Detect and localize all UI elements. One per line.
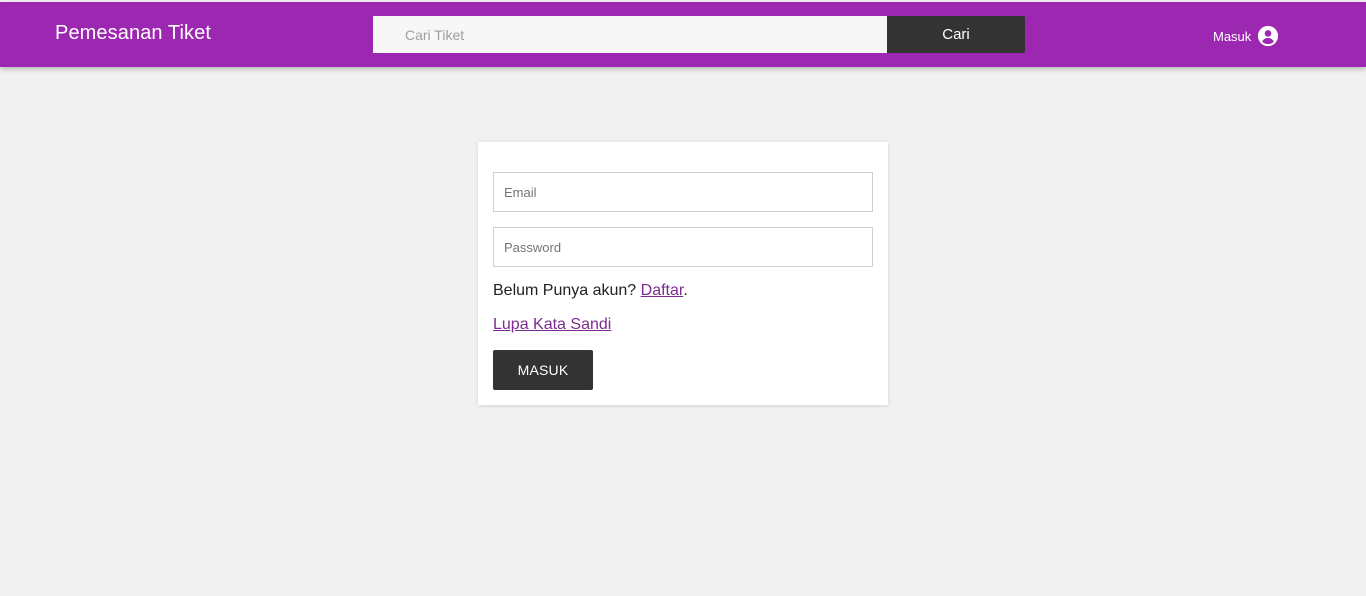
login-link-label: Masuk <box>1213 28 1252 44</box>
register-link[interactable]: Daftar <box>641 282 684 299</box>
forgot-password-link[interactable]: Lupa Kata Sandi <box>493 316 611 334</box>
login-submit-button[interactable]: MASUK <box>493 350 593 390</box>
account-circle-icon <box>1258 25 1279 47</box>
password-field[interactable] <box>493 227 873 267</box>
top-navbar: Pemesanan Tiket Cari Masuk <box>0 2 1366 67</box>
search-input[interactable] <box>373 16 887 53</box>
login-link[interactable]: Masuk <box>1213 24 1279 48</box>
search-button[interactable]: Cari <box>887 16 1025 53</box>
brand-title[interactable]: Pemesanan Tiket <box>55 22 211 45</box>
login-card: Belum Punya akun? Daftar. Lupa Kata Sand… <box>478 142 888 405</box>
register-suffix: . <box>683 282 688 299</box>
register-prompt: Belum Punya akun? Daftar. <box>493 282 688 300</box>
register-prompt-text: Belum Punya akun? <box>493 282 637 299</box>
email-field[interactable] <box>493 172 873 212</box>
